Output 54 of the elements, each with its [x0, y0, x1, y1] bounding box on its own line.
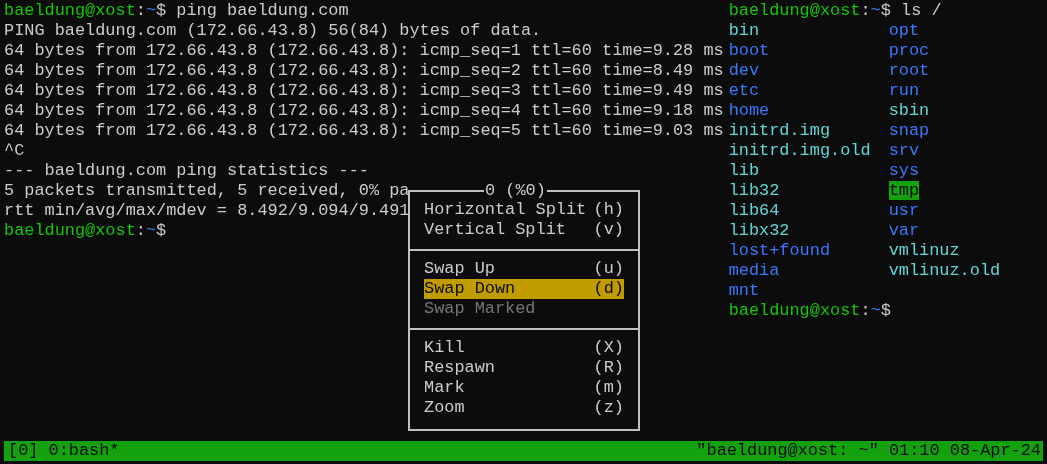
file-entry: lib	[728, 161, 760, 180]
shell-prompt: baeldung@xost:~$	[728, 1, 891, 20]
file-entry: media	[728, 261, 780, 280]
status-info: "baeldung@xost: ~" 01:10 08-Apr-24	[696, 441, 1041, 461]
output-line: ^C	[4, 141, 25, 160]
file-entry: bin	[728, 21, 760, 40]
file-entry: run	[888, 81, 920, 100]
file-entry: dev	[728, 61, 760, 80]
file-entry: vmlinuz	[888, 241, 960, 260]
file-entry: etc	[728, 81, 760, 100]
file-entry: srv	[888, 141, 920, 160]
window-list[interactable]: [0] 0:bash*	[8, 441, 120, 461]
shell-prompt: baeldung@xost:~$	[728, 301, 891, 320]
command-text: ls /	[901, 1, 942, 20]
file-entry: home	[728, 101, 770, 120]
file-entry: libx32	[728, 221, 790, 240]
output-line: 5 packets transmitted, 5 received, 0% pa	[4, 181, 410, 200]
output-line: 64 bytes from 172.66.43.8 (172.66.43.8): icmp_seq=3 ttl=60 time=9.49 ms	[4, 81, 724, 100]
menu-item[interactable]: Respawn (R)	[424, 358, 624, 378]
file-entry: initrd.img.old	[728, 141, 871, 160]
file-entry: sys	[888, 161, 920, 180]
menu-title: 0 (%0)	[484, 181, 547, 201]
file-entry: lost+found	[728, 241, 831, 260]
file-entry: lib64	[728, 201, 780, 220]
output-line: 64 bytes from 172.66.43.8 (172.66.43.8): icmp_seq=2 ttl=60 time=8.49 ms	[4, 61, 724, 80]
file-entry: boot	[728, 41, 770, 60]
shell-prompt: baeldung@xost:~$	[4, 221, 167, 240]
file-entry: initrd.img	[728, 121, 831, 140]
menu-item[interactable]: Vertical Split (v)	[424, 220, 624, 240]
shell-prompt: baeldung@xost:~$	[4, 1, 167, 20]
menu-item[interactable]: Kill (X)	[424, 338, 624, 358]
file-entry: sbin	[888, 101, 930, 120]
output-line: 64 bytes from 172.66.43.8 (172.66.43.8): icmp_seq=5 ttl=60 time=9.03 ms	[4, 121, 724, 140]
file-entry: mnt	[728, 281, 760, 300]
menu-item[interactable]: Swap Up (u)	[424, 259, 624, 279]
output-line: PING baeldung.com (172.66.43.8) 56(84) bytes of data.	[4, 21, 542, 40]
menu-item[interactable]: Zoom (z)	[424, 398, 624, 418]
output-line: --- baeldung.com ping statistics ---	[4, 161, 369, 180]
menu-item[interactable]: Horizontal Split (h)	[424, 200, 624, 220]
file-entry: var	[888, 221, 920, 240]
file-entry: lib32	[728, 181, 780, 200]
command-text: ping baeldung.com	[176, 1, 349, 20]
menu-item[interactable]: Swap Down (d)	[424, 279, 624, 299]
file-entry: vmlinuz.old	[888, 261, 1001, 280]
file-entry: tmp	[888, 181, 920, 200]
file-entry: proc	[888, 41, 930, 60]
menu-item[interactable]: Mark (m)	[424, 378, 624, 398]
output-line: 64 bytes from 172.66.43.8 (172.66.43.8): icmp_seq=1 ttl=60 time=9.28 ms	[4, 41, 724, 60]
file-entry: root	[888, 61, 930, 80]
output-line: rtt min/avg/max/mdev = 8.492/9.094/9.491	[4, 201, 410, 220]
output-line: 64 bytes from 172.66.43.8 (172.66.43.8): icmp_seq=4 ttl=60 time=9.18 ms	[4, 101, 724, 120]
file-entry: usr	[888, 201, 920, 220]
file-entry: snap	[888, 121, 930, 140]
file-entry: opt	[888, 21, 920, 40]
